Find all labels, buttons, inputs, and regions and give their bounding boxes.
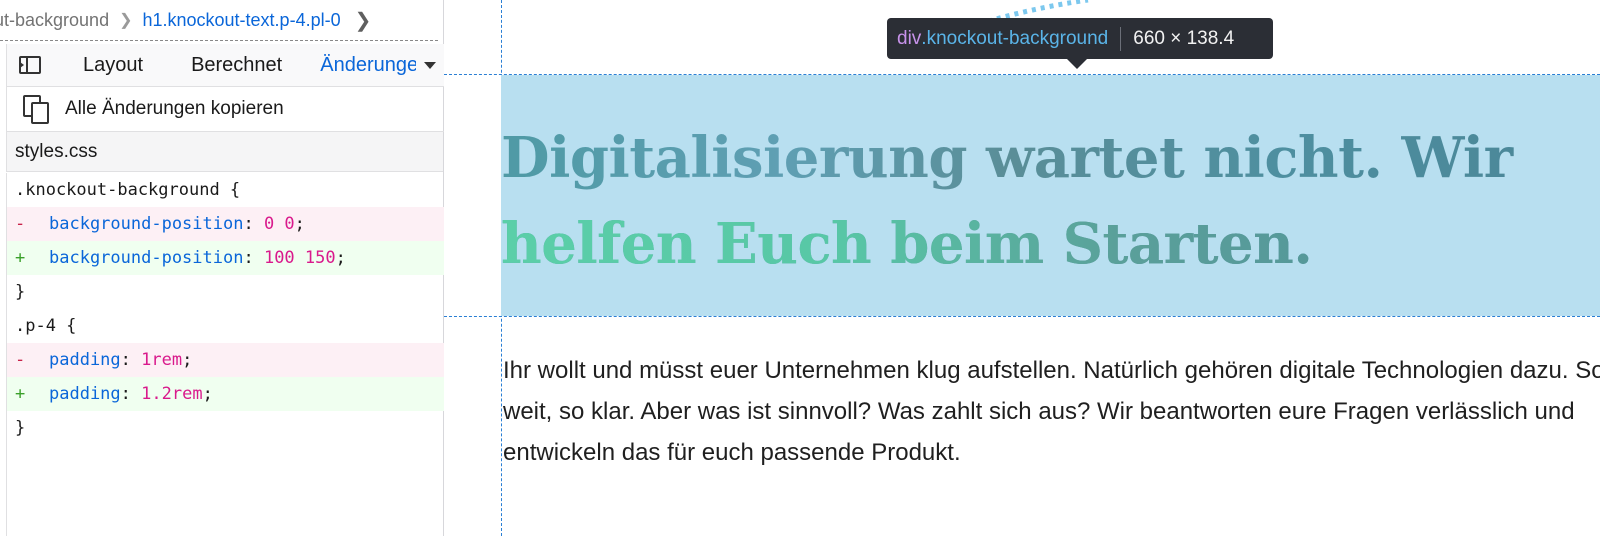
code-line-removed: - padding: 1rem; <box>7 343 444 377</box>
code-line-close: } <box>15 282 26 302</box>
tooltip-divider <box>1120 26 1122 51</box>
code-line-selector: .p-4 { <box>15 316 77 336</box>
copy-all-changes-button[interactable]: Alle Änderungen kopieren <box>6 87 444 132</box>
toggle-sidebar-icon[interactable] <box>19 56 41 74</box>
copy-all-changes-label: Alle Änderungen kopieren <box>65 98 284 119</box>
headline-line-1: Digitalisierung wartet nicht. Wir <box>501 125 1513 191</box>
breadcrumb-item-parent[interactable]: ut-background <box>0 10 109 31</box>
code-line-removed: - background-position: 0 0; <box>7 207 444 241</box>
sidebar-tabbar: Layout Berechnet Änderungen <box>6 44 444 87</box>
tab-computed[interactable]: Berechnet <box>191 54 282 77</box>
guide-line-bottom <box>444 316 1600 317</box>
chevron-right-icon: ❯ <box>119 12 133 29</box>
knockout-background-highlight: Digitalisierung wartet nicht. Wir helfen… <box>501 75 1600 316</box>
changed-file-header: styles.css <box>6 132 443 172</box>
code-line-added: + background-position: 100 150; <box>7 241 444 275</box>
tooltip-class: .knockout-background <box>921 27 1109 49</box>
devtools-panel: ut-background ❯ h1.knockout-text.p-4.pl-… <box>0 0 444 536</box>
code-line-added: + padding: 1.2rem; <box>7 377 444 411</box>
tooltip-dimensions: 660 × 138.4 <box>1133 27 1235 49</box>
code-line-selector: .knockout-background { <box>15 180 241 200</box>
element-info-tooltip: div .knockout-background 660 × 138.4 <box>887 18 1273 69</box>
knockout-headline: Digitalisierung wartet nicht. Wir helfen… <box>501 115 1600 287</box>
breadcrumb-item-current[interactable]: h1.knockout-text.p-4.pl-0 <box>142 10 340 31</box>
tab-layout[interactable]: Layout <box>83 54 143 77</box>
copy-icon <box>23 95 49 124</box>
tab-changes[interactable]: Änderungen <box>320 54 416 77</box>
intro-paragraph: Ihr wollt und müsst euer Unternehmen klu… <box>503 357 1600 466</box>
tooltip-tag: div <box>897 27 922 49</box>
code-line-close: } <box>15 418 26 438</box>
headline-line-2: helfen Euch beim Starten. <box>501 201 1600 287</box>
breadcrumb-scroll-right-icon[interactable]: ❯ <box>355 8 372 33</box>
tab-overflow-dropdown-icon[interactable] <box>424 61 437 69</box>
file-name[interactable]: styles.css <box>15 141 97 163</box>
breadcrumb: ut-background ❯ h1.knockout-text.p-4.pl-… <box>0 0 438 41</box>
changes-code-view: .knockout-background { - background-posit… <box>6 173 444 536</box>
